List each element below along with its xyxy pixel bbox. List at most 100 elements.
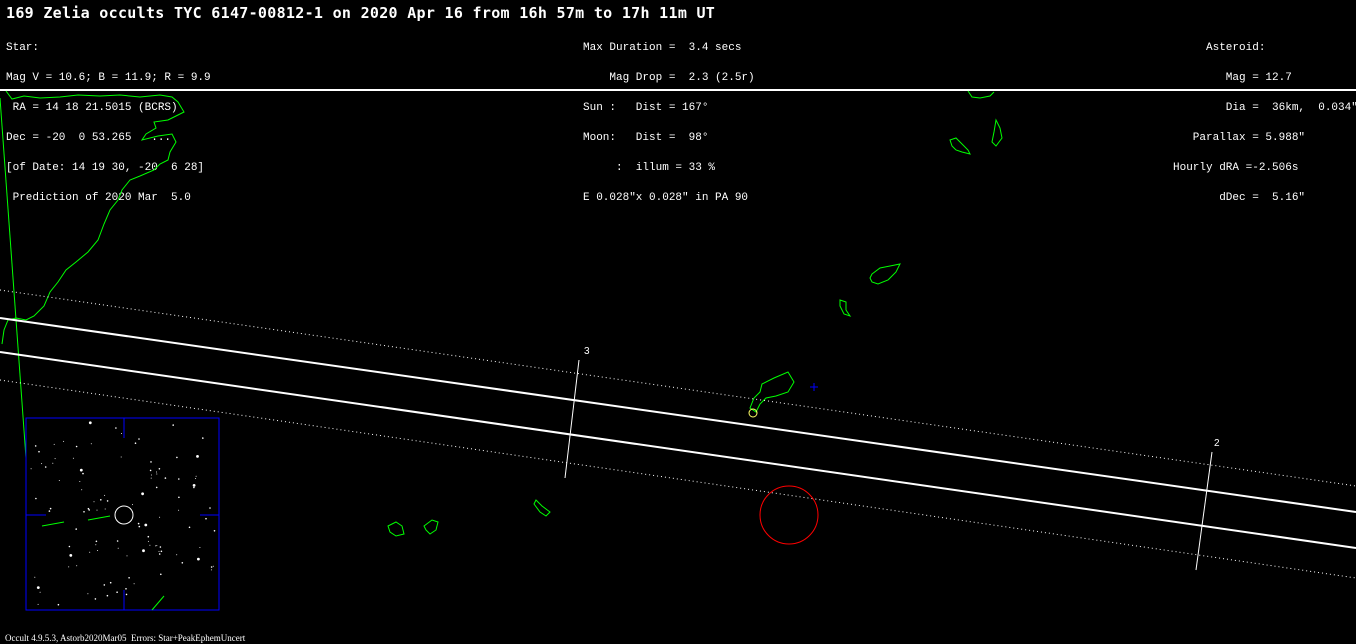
finder-star: [35, 497, 37, 500]
finder-star: [195, 475, 197, 477]
finder-star: [134, 442, 137, 445]
coastline-island: [967, 90, 995, 99]
finder-star: [104, 508, 106, 510]
finder-star: [106, 594, 109, 597]
finder-star: [141, 492, 145, 496]
finder-star: [34, 445, 37, 447]
finder-star: [53, 443, 55, 445]
finder-star: [75, 528, 77, 530]
finder-star: [205, 517, 207, 520]
finder-star: [68, 566, 70, 568]
finder-star: [178, 509, 180, 511]
finder-star: [79, 481, 81, 482]
finder-star: [104, 494, 106, 496]
finder-star: [160, 550, 163, 553]
finder-star: [158, 468, 161, 470]
finder-star: [82, 472, 84, 475]
finder-star: [37, 603, 39, 605]
finder-star: [52, 462, 54, 464]
finder-star: [68, 545, 71, 548]
finder-star: [196, 455, 199, 458]
finder-star: [210, 569, 212, 571]
finder-star: [128, 577, 130, 579]
finder-star: [115, 427, 117, 429]
finder-star: [156, 471, 157, 473]
finder-star: [72, 457, 74, 459]
finder-star: [150, 477, 152, 479]
finder-star: [155, 545, 157, 547]
star-finder-chart: [25, 417, 220, 611]
coastline-island: [423, 519, 439, 535]
finder-star: [109, 581, 112, 584]
time-marker-line: [1195, 451, 1213, 571]
finder-star: [192, 484, 196, 487]
finder-star: [155, 486, 158, 489]
finder-star: [156, 473, 158, 475]
finder-star: [58, 480, 60, 481]
finder-star: [89, 551, 91, 553]
finder-star: [94, 598, 97, 600]
finder-star: [149, 544, 151, 546]
finder-star: [176, 554, 178, 556]
finder-star: [156, 545, 158, 547]
finder-star: [103, 584, 106, 586]
time-marker-label: 3: [584, 346, 590, 357]
finder-star: [210, 566, 213, 568]
finder-star: [172, 424, 174, 426]
finder-star: [36, 586, 40, 589]
finder-star: [160, 573, 162, 576]
finder-star: [75, 445, 78, 448]
meridian-line: [0, 97, 27, 459]
coastline-island: [949, 137, 971, 155]
finder-star: [49, 507, 52, 510]
finder-star: [87, 507, 90, 510]
occultation-map[interactable]: 3 2: [0, 0, 1356, 644]
finder-star: [138, 525, 141, 528]
finder-star: [30, 468, 32, 470]
finder-star: [83, 511, 85, 513]
finder-star: [197, 557, 200, 561]
coastline-mainland: [1, 90, 185, 345]
finder-star: [137, 522, 140, 525]
time-marker-line: [564, 359, 580, 479]
finder-star: [132, 504, 133, 506]
finder-star: [88, 421, 92, 425]
finder-star: [178, 496, 180, 499]
finder-star: [158, 553, 161, 555]
finder-star: [164, 477, 167, 479]
finder-star: [57, 603, 60, 606]
finder-star: [209, 507, 211, 509]
coastline-island: [869, 263, 901, 285]
finder-star: [158, 550, 160, 552]
finder-star: [54, 458, 56, 460]
coastline-island: [387, 521, 405, 537]
finder-star: [147, 540, 149, 542]
finder-star: [38, 450, 40, 453]
finder-star: [79, 468, 83, 472]
finder-star: [39, 591, 41, 593]
finder-star: [212, 565, 214, 567]
finder-star: [149, 469, 152, 472]
coastline-island: [749, 371, 795, 413]
finder-star: [193, 486, 195, 489]
finder-star: [69, 554, 73, 557]
finder-frame: [25, 417, 220, 611]
finder-star: [181, 562, 184, 564]
finder-star: [188, 526, 191, 529]
finder-star: [178, 478, 180, 480]
finder-star: [150, 461, 152, 463]
time-marker-label: 2: [1214, 438, 1220, 449]
finder-star: [117, 547, 119, 549]
finder-star: [199, 547, 201, 548]
finder-star: [106, 500, 109, 502]
finder-star: [44, 466, 47, 468]
finder-star: [176, 456, 178, 459]
finder-star: [81, 489, 83, 491]
finder-star: [96, 509, 98, 511]
finder-star: [116, 540, 119, 542]
finder-star: [120, 456, 122, 458]
finder-star: [97, 550, 99, 551]
finder-star: [213, 530, 216, 532]
coastline-island: [839, 299, 852, 317]
finder-star: [150, 474, 152, 476]
